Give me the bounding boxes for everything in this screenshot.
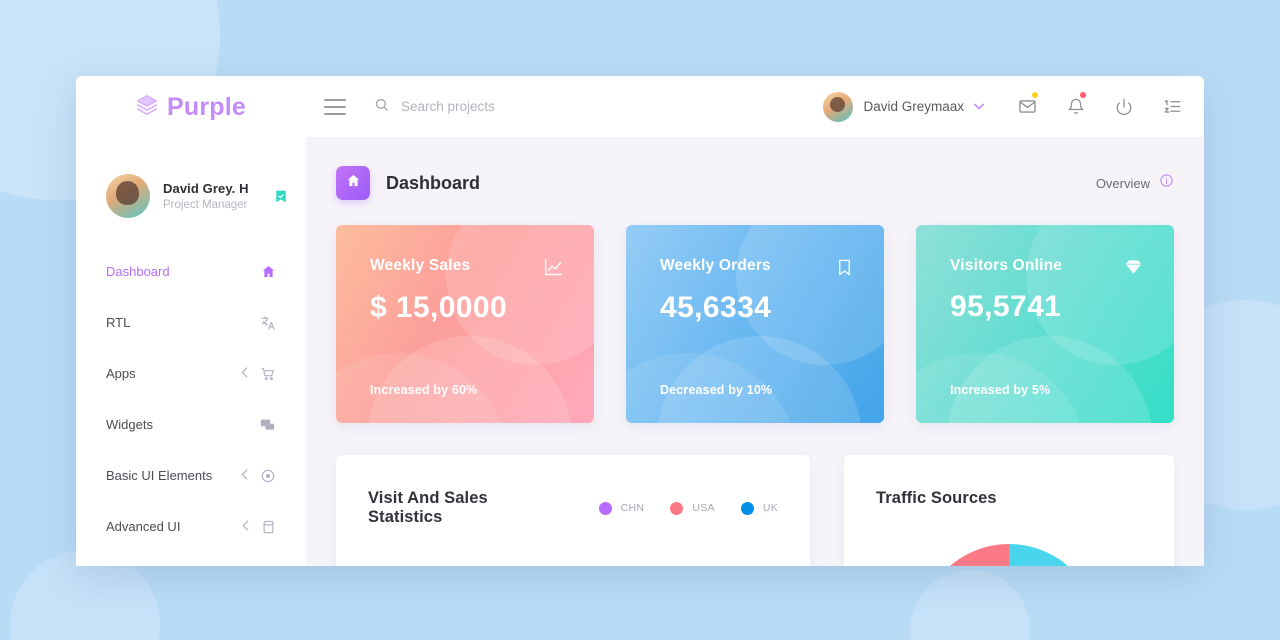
envelope-icon[interactable] [1018,92,1038,116]
chart-line-icon [543,257,564,278]
legend-color-swatch [598,501,612,515]
sidebar-item-widgets[interactable]: Widgets [76,399,306,450]
brand-name: Purple [167,92,246,121]
envelope-badge [1032,92,1038,98]
list-ordered-icon[interactable] [1163,97,1182,116]
stat-card-delta: Increased by 60% [370,383,478,397]
page-header: Dashboard Overview [336,166,1174,200]
sidebar-menu: Dashboard RTL Apps Widgets Basic UI Elem… [76,246,306,566]
chevron-down-icon [974,102,984,112]
home-icon [346,173,361,193]
sidebar-item-label: Widgets [106,417,153,432]
sidebar-item-apps[interactable]: Apps [76,348,306,399]
stat-card-delta: Decreased by 10% [660,383,773,397]
chart-legend: CHN USA UK [598,501,778,515]
legend-label: USA [692,502,715,514]
panel-visit-and-sales-statistics: Visit And Sales Statistics CHN USA UK [336,455,810,566]
search-input[interactable] [401,99,681,114]
sidebar-item-label: RTL [106,315,131,330]
verified-badge-icon [274,189,288,204]
sidebar-item-label: Apps [106,366,136,381]
home-icon [261,264,276,279]
sidebar-item-label: Basic UI Elements [106,468,213,483]
stat-card-value: 45,6334 [660,291,772,324]
diamond-icon [1123,257,1144,277]
legend-item-chn: CHN [598,501,645,515]
sidebar-item-rtl[interactable]: RTL [76,297,306,348]
stat-card-label: Weekly Orders [660,257,771,274]
top-navigation-icons [1018,92,1182,116]
info-circle-icon [1159,173,1174,193]
page-badge [336,166,370,200]
page-title: Dashboard [386,172,481,193]
legend-color-swatch [670,501,684,515]
sidebar-item-basic-ui-elements[interactable]: Basic UI Elements [76,450,306,501]
search-area[interactable] [374,97,823,117]
stat-card-value: 95,5741 [950,290,1062,323]
app-body: David Grey. H Project Manager Dashboard [76,138,1204,566]
sidebar-item-advanced-ui[interactable]: Advanced UI [76,501,306,552]
stat-card-weekly-orders[interactable]: Weekly Orders 45,6334 Decreased by 10% [626,225,884,423]
sidebar-profile[interactable]: David Grey. H Project Manager [76,154,306,228]
bookmark-icon [835,257,854,278]
brand-logo-area[interactable]: Purple [76,76,306,138]
stat-card-visitors-online[interactable]: Visitors Online 95,5741 Increased by 5% [916,225,1174,423]
user-name: David Greymaax [863,99,964,114]
bottom-panels: Visit And Sales Statistics CHN USA UK Tr… [336,455,1174,566]
profile-role: Project Manager [163,199,248,211]
hamburger-icon[interactable] [324,98,346,115]
profile-name: David Grey. H [163,181,249,196]
profile-meta: David Grey. H Project Manager [163,181,261,211]
cart-icon [260,366,276,382]
user-menu[interactable]: David Greymaax [823,91,984,122]
chevron-left-icon [241,366,248,381]
target-icon [260,468,276,484]
power-icon[interactable] [1115,98,1133,116]
panel-title: Traffic Sources [876,489,997,507]
stat-card-label: Visitors Online [950,257,1063,274]
sidebar-item-form-elements[interactable]: Form Elements [76,552,306,566]
background-decoration-4 [910,570,1030,640]
panel-title: Visit And Sales Statistics [368,489,488,526]
avatar [823,91,854,122]
overview-toggle[interactable]: Overview [1096,173,1174,193]
layers-icon [136,94,158,121]
window-icon [261,519,276,535]
top-navigation-right: David Greymaax [306,76,1204,138]
search-icon [374,97,389,117]
panel-traffic-sources: Traffic Sources [844,455,1174,566]
stat-card-delta: Increased by 5% [950,383,1051,397]
legend-label: UK [762,502,778,514]
avatar [106,174,150,218]
chat-icon [259,417,276,433]
traffic-sources-pie-chart [914,539,1104,566]
sidebar-item-label: Advanced UI [106,519,181,534]
legend-color-swatch [740,501,754,515]
legend-item-usa: USA [670,501,715,515]
stat-card-value: $ 15,0000 [370,291,508,324]
sidebar-item-dashboard[interactable]: Dashboard [76,246,306,297]
sidebar: David Grey. H Project Manager Dashboard [76,138,306,566]
chevron-left-icon [241,468,248,483]
top-navigation-bar: Purple David Greymaax [76,76,1204,138]
stat-card-weekly-sales[interactable]: Weekly Sales $ 15,0000 Increased by 60% [336,225,594,423]
sidebar-item-label: Dashboard [106,264,170,279]
main-content: Dashboard Overview Weekly Sales $ 15,000… [306,138,1204,566]
bell-badge [1080,92,1086,98]
app-window: Purple David Greymaax [76,76,1204,566]
legend-item-uk: UK [740,501,778,515]
legend-label: CHN [620,502,645,514]
translate-icon [260,315,276,331]
stat-cards: Weekly Sales $ 15,0000 Increased by 60% [336,225,1174,423]
stat-card-label: Weekly Sales [370,257,471,274]
chevron-left-icon [242,519,249,534]
overview-label: Overview [1095,175,1150,191]
bell-icon[interactable] [1067,92,1086,116]
